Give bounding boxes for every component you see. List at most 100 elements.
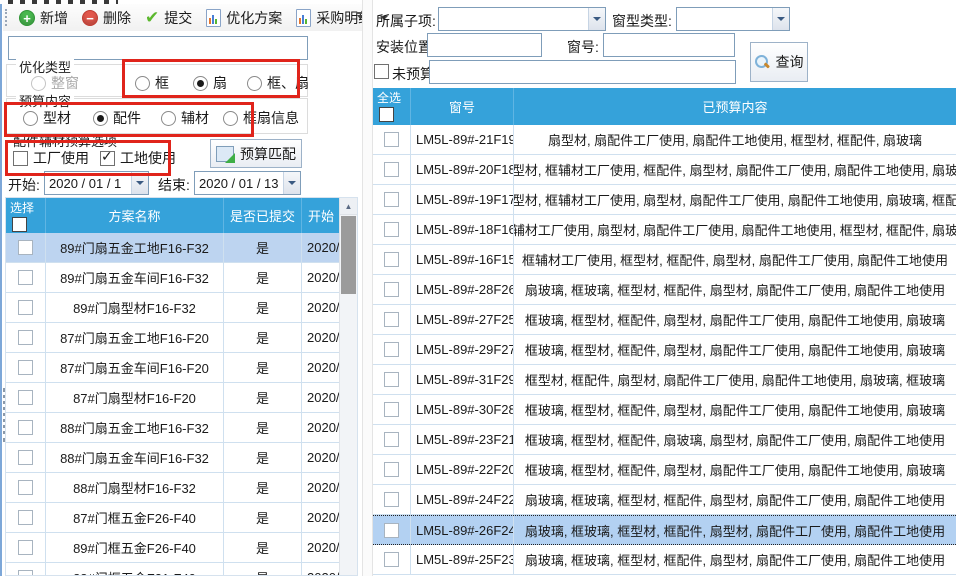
window-no-input[interactable] — [603, 33, 735, 57]
select-all-checkbox[interactable] — [12, 217, 27, 232]
row-checkbox[interactable] — [384, 432, 399, 447]
window-table-row[interactable]: LM5L-89#-21F19扇型材, 扇配件工厂使用, 扇配件工地使用, 框型材… — [373, 125, 956, 155]
row-checkbox[interactable] — [18, 570, 33, 576]
radio-框[interactable]: 框 — [135, 73, 169, 93]
row-checkbox[interactable] — [18, 450, 33, 465]
row-checkbox[interactable] — [384, 312, 399, 327]
row-checkbox[interactable] — [18, 300, 33, 315]
window-table-row[interactable]: LM5L-89#-24F22扇玻璃, 框玻璃, 框型材, 框配件, 扇型材, 扇… — [373, 485, 956, 515]
window-type-label: 窗型类型: — [612, 11, 672, 31]
plan-table-row[interactable]: 89#门扇型材F16-F32是2020/0 — [6, 293, 342, 323]
radio-框扇信息[interactable]: 框扇信息 — [223, 108, 299, 128]
plan-table-row[interactable]: 89#门扇五金车间F16-F32是2020/0 — [6, 263, 342, 293]
plan-table-row[interactable]: 88#门框五金F21-F40是2020/0 — [6, 563, 342, 576]
sub-item-dropdown-button[interactable] — [588, 8, 605, 30]
window-type-select[interactable] — [676, 7, 790, 31]
radio-label: 整窗 — [51, 73, 79, 93]
plan-header-submitted[interactable]: 是否已提交 — [224, 198, 302, 233]
window-table-row[interactable]: LM5L-89#-20F18框型材, 框辅材工厂使用, 框配件, 扇型材, 扇配… — [373, 155, 956, 185]
window-table-row[interactable]: LM5L-89#-23F21框玻璃, 框型材, 框配件, 扇玻璃, 扇型材, 扇… — [373, 425, 956, 455]
budgeted-content-cell: 扇玻璃, 框玻璃, 框型材, 框配件, 扇型材, 扇配件工厂使用, 扇配件工地使… — [514, 545, 956, 574]
plan-table-row[interactable]: 88#门扇五金工地F16-F32是2020/0 — [6, 413, 342, 443]
plan-table-scrollbar[interactable]: ▲ — [339, 198, 357, 575]
panel-splitter[interactable] — [362, 0, 373, 576]
row-checkbox[interactable] — [18, 480, 33, 495]
date-end-dropdown-button[interactable] — [283, 172, 300, 194]
toolbar-button-submit[interactable]: ✔提交 — [138, 6, 199, 30]
row-select-cell — [373, 125, 411, 154]
no-budget-checkbox[interactable] — [374, 64, 389, 79]
window-type-dropdown-button[interactable] — [772, 8, 789, 30]
row-checkbox[interactable] — [384, 402, 399, 417]
window-table-row[interactable]: LM5L-89#-16F15框辅材工厂使用, 框型材, 框配件, 扇型材, 扇配… — [373, 245, 956, 275]
window-table-row[interactable]: LM5L-89#-27F25框玻璃, 框型材, 框配件, 扇型材, 扇配件工厂使… — [373, 305, 956, 335]
row-checkbox[interactable] — [18, 270, 33, 285]
row-checkbox[interactable] — [384, 162, 399, 177]
toolbar-button-optimize-plan[interactable]: 优化方案 — [199, 6, 289, 30]
row-checkbox[interactable] — [384, 372, 399, 387]
row-checkbox[interactable] — [18, 330, 33, 345]
date-start-picker[interactable]: 2020 / 01 / 1 — [44, 171, 149, 195]
plan-header-start[interactable]: 开始 — [302, 198, 342, 233]
plan-table-row[interactable]: 87#门扇五金工地F16-F20是2020/0 — [6, 323, 342, 353]
plan-table-row[interactable]: 88#门扇五金车间F16-F32是2020/0 — [6, 443, 342, 473]
checkbox-工厂使用[interactable]: 工厂使用 — [13, 148, 89, 168]
row-checkbox[interactable] — [18, 510, 33, 525]
toolbar-button-delete[interactable]: −删除 — [75, 6, 138, 30]
radio-配件[interactable]: 配件 — [93, 108, 141, 128]
row-checkbox[interactable] — [18, 420, 33, 435]
window-table-row[interactable]: LM5L-89#-18F16框辅材工厂使用, 扇型材, 扇配件工厂使用, 扇配件… — [373, 215, 956, 245]
window-table-row[interactable]: LM5L-89#-22F20框玻璃, 框型材, 框配件, 扇型材, 扇配件工厂使… — [373, 455, 956, 485]
row-checkbox[interactable] — [384, 552, 399, 567]
no-budget-input[interactable] — [429, 60, 736, 84]
budget-match-button[interactable]: 预算匹配 — [210, 139, 302, 168]
row-checkbox[interactable] — [384, 252, 399, 267]
window-header-window-no[interactable]: 窗号 — [411, 88, 514, 125]
window-table-row[interactable]: LM5L-89#-19F17框型材, 框辅材工厂使用, 扇型材, 扇配件工厂使用… — [373, 185, 956, 215]
window-table-row[interactable]: LM5L-89#-31F29框型材, 框配件, 扇型材, 扇配件工厂使用, 扇配… — [373, 365, 956, 395]
row-checkbox[interactable] — [384, 492, 399, 507]
row-checkbox[interactable] — [384, 222, 399, 237]
row-checkbox[interactable] — [18, 390, 33, 405]
radio-框、扇[interactable]: 框、扇 — [247, 73, 309, 93]
date-start-dropdown-button[interactable] — [131, 172, 148, 194]
plan-header-name[interactable]: 方案名称 — [46, 198, 224, 233]
toolbar-grip[interactable] — [5, 9, 7, 26]
budgeted-content-cell: 框玻璃, 框型材, 框配件, 扇型材, 扇配件工厂使用, 扇配件工地使用, 扇玻… — [514, 395, 956, 424]
scrollbar-thumb[interactable] — [341, 216, 356, 294]
plan-table-row[interactable]: 87#门框五金F26-F40是2020/0 — [6, 503, 342, 533]
row-checkbox[interactable] — [384, 282, 399, 297]
window-header-budgeted[interactable]: 已预算内容 — [514, 88, 956, 125]
radio-扇[interactable]: 扇 — [193, 73, 227, 93]
date-end-picker[interactable]: 2020 / 01 / 13 — [194, 171, 301, 195]
radio-型材[interactable]: 型材 — [23, 108, 71, 128]
window-table-row[interactable]: LM5L-89#-25F23扇玻璃, 框玻璃, 框型材, 框配件, 扇型材, 扇… — [373, 545, 956, 575]
plan-table-row[interactable]: 89#门扇五金工地F16-F32是2020/0 — [6, 233, 342, 263]
window-table-row[interactable]: LM5L-89#-30F28框玻璃, 框型材, 框配件, 扇型材, 扇配件工厂使… — [373, 395, 956, 425]
window-table-row[interactable]: LM5L-89#-29F27框玻璃, 框型材, 框配件, 扇型材, 扇配件工厂使… — [373, 335, 956, 365]
row-checkbox[interactable] — [18, 360, 33, 375]
submitted-cell: 是 — [224, 413, 302, 442]
row-checkbox[interactable] — [384, 462, 399, 477]
row-checkbox[interactable] — [384, 523, 399, 538]
row-checkbox[interactable] — [384, 192, 399, 207]
install-pos-input[interactable] — [427, 33, 542, 57]
row-checkbox[interactable] — [18, 540, 33, 555]
radio-辅材[interactable]: 辅材 — [161, 108, 209, 128]
scroll-up-arrow-icon[interactable]: ▲ — [340, 198, 357, 215]
plan-table-row[interactable]: 89#门框五金F26-F40是2020/0 — [6, 533, 342, 563]
window-table-row[interactable]: LM5L-89#-28F26扇玻璃, 框玻璃, 框型材, 框配件, 扇型材, 扇… — [373, 275, 956, 305]
toolbar-button-add[interactable]: +新增 — [12, 6, 75, 30]
select-all-checkbox[interactable] — [379, 107, 394, 122]
row-checkbox[interactable] — [384, 342, 399, 357]
row-checkbox[interactable] — [18, 240, 33, 255]
query-button[interactable]: 查询 — [750, 42, 808, 82]
window-table-row[interactable]: LM5L-89#-26F24扇玻璃, 框玻璃, 框型材, 框配件, 扇型材, 扇… — [373, 515, 956, 545]
plan-table-row[interactable]: 87#门扇五金车间F16-F20是2020/0 — [6, 353, 342, 383]
row-checkbox[interactable] — [384, 132, 399, 147]
plan-table-row[interactable]: 88#门扇型材F16-F32是2020/0 — [6, 473, 342, 503]
sub-item-select[interactable] — [438, 7, 606, 31]
plan-table-row[interactable]: 87#门扇型材F16-F20是2020/0 — [6, 383, 342, 413]
checkbox-工地使用[interactable]: 工地使用 — [100, 148, 176, 168]
toolbar-button-label: 新增 — [40, 8, 68, 28]
